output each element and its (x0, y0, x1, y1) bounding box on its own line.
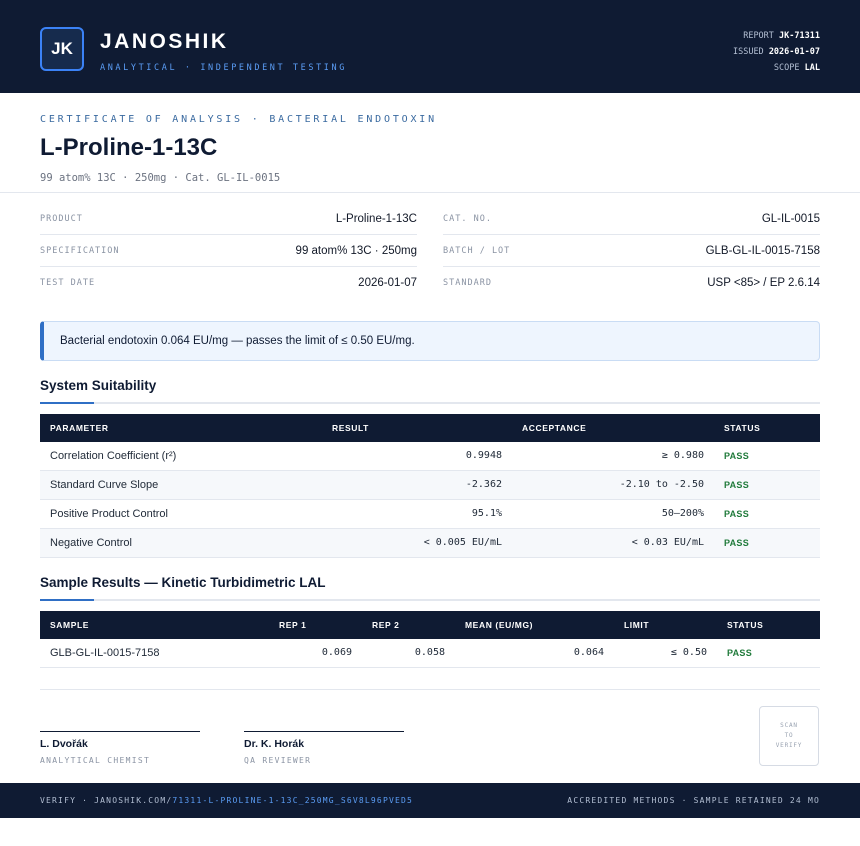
cell-sample: GLB-GL-IL-0015-7158 (50, 647, 160, 659)
column-header: RESULT (332, 423, 369, 433)
column-header: PARAMETER (50, 423, 109, 433)
info-label: PRODUCT (40, 213, 83, 224)
status-badge: PASS (724, 538, 750, 548)
cell-result: < 0.005 EU/mL (423, 537, 502, 548)
qr-label: VERIFY (775, 742, 803, 749)
info-value: L-Proline-1-13C (335, 212, 417, 225)
column-header: STATUS (727, 620, 764, 630)
info-value: GL-IL-0015 (761, 212, 820, 225)
cell-parameter: Correlation Coefficient (r²) (50, 450, 177, 462)
status-badge: PASS (724, 480, 750, 490)
cell-result: 0.9948 (465, 450, 502, 461)
info-value: GLB-GL-IL-0015-7158 (705, 244, 820, 257)
signature-line (40, 731, 200, 732)
column-header: MEAN (EU/MG) (465, 620, 534, 630)
page-title: L-Proline-1-13C (40, 134, 218, 161)
signatory-name: Dr. K. Horák (244, 738, 305, 750)
status-badge: PASS (727, 648, 753, 658)
table-header: SAMPLE REP 1 REP 2 MEAN (EU/MG) LIMIT ST… (40, 611, 820, 639)
divider (0, 192, 860, 193)
meta-scope: SCOPE LAL (773, 63, 820, 73)
page-subtitle: 99 atom% 13C · 250mg · Cat. GL-IL-0015 (40, 172, 281, 184)
verify-link[interactable]: 71311-L-PROLINE-1-13C_250MG_S6V8L96PVED5 (172, 796, 413, 805)
document-kicker: CERTIFICATE OF ANALYSIS · BACTERIAL ENDO… (40, 114, 437, 125)
cell-acceptance: < 0.03 EU/mL (631, 537, 704, 548)
brand-tagline: ANALYTICAL · INDEPENDENT TESTING (100, 63, 347, 73)
cell-result: 95.1% (471, 508, 502, 519)
section-rule (40, 599, 820, 601)
qr-label: SCAN (780, 722, 798, 729)
signatory-role: QA REVIEWER (244, 756, 312, 765)
report-footer: VERIFY · JANOSHIK.COM/71311-L-PROLINE-1-… (0, 783, 860, 818)
cell-acceptance: ≥ 0.980 (661, 450, 704, 461)
column-header: SAMPLE (50, 620, 90, 630)
cell-limit: ≤ 0.50 (670, 647, 707, 658)
cell-parameter: Positive Product Control (50, 508, 168, 520)
result-banner: Bacterial endotoxin 0.064 EU/mg — passes… (40, 321, 820, 361)
suitability-table: PARAMETER RESULT ACCEPTANCE STATUS Corre… (40, 414, 820, 558)
verify-text: VERIFY · JANOSHIK.COM/71311-L-PROLINE-1-… (40, 783, 413, 818)
cell-result: -2.362 (465, 479, 502, 490)
info-test-date: TEST DATE 2026-01-07 (40, 267, 417, 299)
cell-parameter: Negative Control (50, 537, 132, 549)
info-batch-lot: BATCH / LOT GLB-GL-IL-0015-7158 (443, 235, 820, 267)
info-value: USP <85> / EP 2.6.14 (707, 277, 820, 289)
signatory-role: ANALYTICAL CHEMIST (40, 756, 151, 765)
table-row: Correlation Coefficient (r²) 0.9948 ≥ 0.… (40, 442, 820, 471)
info-cat-no: CAT. NO. GL-IL-0015 (443, 203, 820, 235)
table-header: PARAMETER RESULT ACCEPTANCE STATUS (40, 414, 820, 442)
info-label: STANDARD (443, 278, 492, 288)
column-header: REP 1 (279, 620, 307, 630)
table-row: Positive Product Control 95.1% 50–200% P… (40, 500, 820, 529)
cell-acceptance: 50–200% (661, 508, 704, 519)
signature-line (244, 731, 404, 732)
sample-results-table: SAMPLE REP 1 REP 2 MEAN (EU/MG) LIMIT ST… (40, 611, 820, 668)
info-specification: SPECIFICATION 99 atom% 13C · 250mg (40, 235, 417, 267)
cell-acceptance: -2.10 to -2.50 (619, 479, 704, 490)
meta-report: REPORT JK-71311 (743, 31, 820, 41)
column-header: REP 2 (372, 620, 400, 630)
info-label: CAT. NO. (443, 213, 492, 224)
brand-logo: JK (40, 27, 84, 71)
report-header: JK JANOSHIK ANALYTICAL · INDEPENDENT TES… (0, 0, 860, 93)
info-value: 2026-01-07 (358, 277, 417, 289)
info-standard: STANDARD USP <85> / EP 2.6.14 (443, 267, 820, 299)
divider (40, 689, 820, 690)
footer-note: ACCREDITED METHODS · SAMPLE RETAINED 24 … (567, 796, 820, 805)
status-badge: PASS (724, 509, 750, 519)
verify-prefix: VERIFY · JANOSHIK.COM/ (40, 796, 173, 805)
cell-rep2: 0.058 (414, 647, 445, 658)
brand-name: JANOSHIK (100, 30, 229, 53)
report-meta: REPORT JK-71311 ISSUED 2026-01-07 SCOPE … (733, 28, 820, 76)
cell-parameter: Standard Curve Slope (50, 479, 159, 491)
section-rule (40, 402, 820, 404)
status-badge: PASS (724, 451, 750, 461)
section-title-samples: Sample Results — Kinetic Turbidimetric L… (40, 575, 326, 590)
section-title-suitability: System Suitability (40, 378, 157, 393)
table-row: Standard Curve Slope -2.362 -2.10 to -2.… (40, 471, 820, 500)
info-value: 99 atom% 13C · 250mg (295, 244, 417, 257)
info-label: TEST DATE (40, 278, 96, 288)
info-product: PRODUCT L-Proline-1-13C (40, 203, 417, 235)
info-label: SPECIFICATION (40, 245, 120, 256)
column-header: LIMIT (624, 620, 650, 630)
table-row: Negative Control < 0.005 EU/mL < 0.03 EU… (40, 529, 820, 558)
column-header: ACCEPTANCE (522, 423, 587, 433)
qr-label: TO (784, 732, 794, 739)
verify-qr-code[interactable]: SCAN TO VERIFY (759, 706, 819, 766)
signatory-name: L. Dvořák (40, 738, 88, 750)
cell-rep1: 0.069 (321, 647, 352, 658)
meta-issued: ISSUED 2026-01-07 (732, 47, 820, 57)
table-row: GLB-GL-IL-0015-7158 0.069 0.058 0.064 ≤ … (40, 639, 820, 668)
cell-mean: 0.064 (573, 647, 604, 658)
column-header: STATUS (724, 423, 761, 433)
info-label: BATCH / LOT (443, 245, 511, 256)
